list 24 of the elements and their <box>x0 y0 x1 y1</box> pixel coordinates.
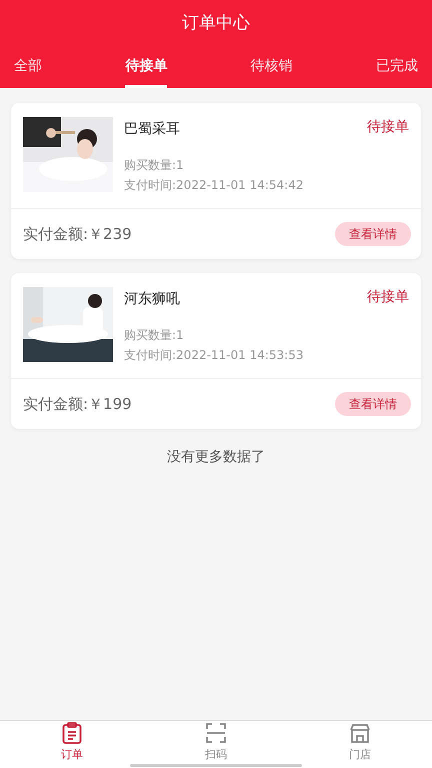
paid-amount: 实付金额:￥239 <box>23 224 132 245</box>
order-tab[interactable]: 全部 <box>14 48 42 88</box>
service-name: 巴蜀采耳 <box>124 120 180 139</box>
clipboard-icon <box>60 721 84 746</box>
view-details-button[interactable]: 查看详情 <box>335 222 411 246</box>
payment-time: 支付时间:2022-11-01 14:54:42 <box>124 177 304 194</box>
paid-amount: 实付金额:￥199 <box>23 394 132 415</box>
order-status: 待接单 <box>367 118 409 137</box>
quantity-text: 购买数量:1 <box>124 327 185 344</box>
service-name: 河东狮吼 <box>124 290 180 309</box>
end-of-list-text: 没有更多数据了 <box>167 448 265 467</box>
payment-time: 支付时间:2022-11-01 14:53:53 <box>124 347 304 364</box>
scan-icon <box>204 721 228 746</box>
store-icon <box>348 721 372 746</box>
page-title: 订单中心 <box>182 12 250 36</box>
order-tab[interactable]: 待核销 <box>250 48 293 88</box>
bottom-nav-item[interactable]: 门店 <box>288 721 432 764</box>
bottom-nav-item[interactable]: 扫码 <box>144 721 288 764</box>
order-tab[interactable]: 待接单 <box>125 48 168 88</box>
quantity-text: 购买数量:1 <box>124 157 185 174</box>
view-details-button[interactable]: 查看详情 <box>335 392 411 416</box>
order-status: 待接单 <box>367 288 409 307</box>
order-tab[interactable]: 已完成 <box>376 48 418 88</box>
bottom-nav-item[interactable]: 订单 <box>0 721 144 764</box>
